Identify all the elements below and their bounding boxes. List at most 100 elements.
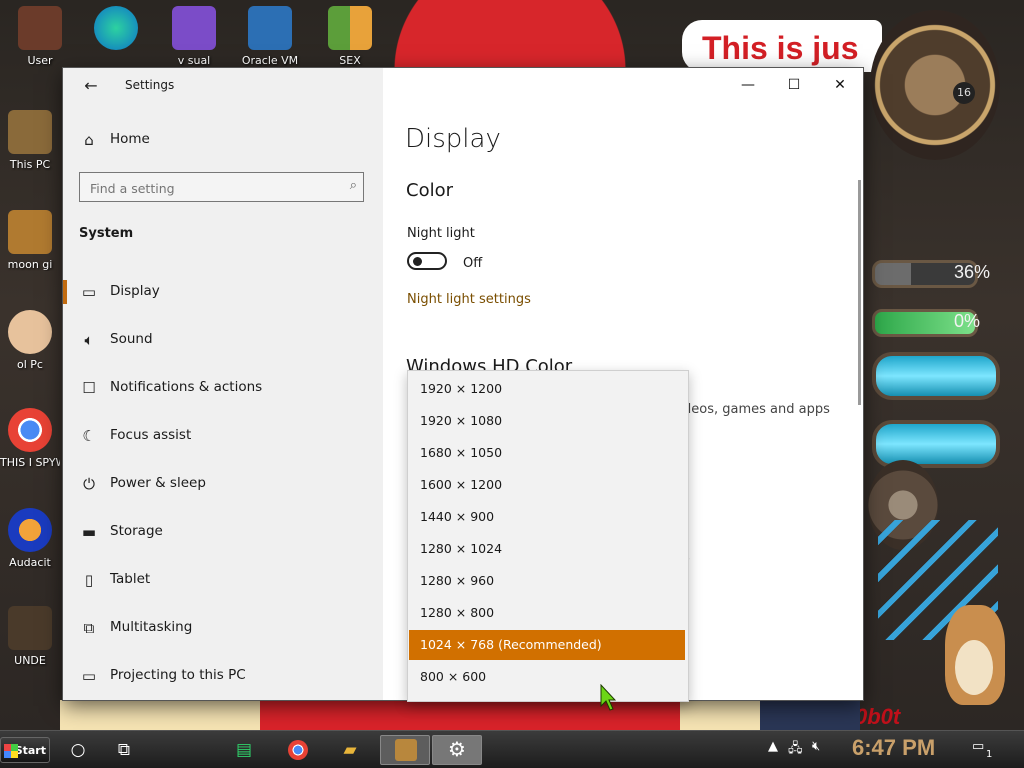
sidebar-item-multitasking[interactable]: ⧉ Multitasking	[63, 606, 383, 650]
desktop-banner: This is jus	[682, 20, 882, 72]
search-box[interactable]: ⌕	[79, 172, 364, 202]
moon-game-icon	[8, 210, 52, 254]
visual-studio-icon	[172, 6, 216, 50]
chrome-taskbar-icon[interactable]	[278, 737, 318, 763]
gauge-pipe	[872, 420, 1000, 468]
desktop-icon-visual-studio[interactable]: v sual	[158, 6, 230, 67]
clock-time[interactable]: 6:47 PM	[852, 735, 935, 761]
taskbar: Start ○ ⧉ ▤ ▰ ⚙ ▲ 🖧︎ 🔇︎ 6:47 PM ▭ 1	[0, 730, 1024, 768]
file-explorer-icon[interactable]: ▰	[330, 737, 370, 763]
color-heading: Color	[406, 180, 453, 201]
volume-muted-icon[interactable]: 🔇︎	[812, 739, 820, 754]
scrollbar[interactable]	[858, 180, 861, 405]
search-icon: ⌕	[349, 178, 357, 193]
notification-icon: ☐	[82, 379, 96, 397]
notification-count: 1	[986, 749, 993, 760]
home-label: Home	[110, 131, 150, 147]
hxd-icon	[328, 6, 372, 50]
sidebar-item-display[interactable]: ▭ Display	[63, 270, 383, 314]
sidebar-item-notifications[interactable]: ☐ Notifications & actions	[63, 366, 383, 410]
windows-flag-icon	[4, 744, 18, 758]
desktop-icon-user[interactable]: User	[4, 6, 76, 67]
sidebar-item-focus-assist[interactable]: ☾ Focus assist	[63, 414, 383, 458]
mouse-cursor-icon	[600, 684, 616, 711]
sidebar-item-power-sleep[interactable]: ⏻ Power & sleep	[63, 462, 383, 506]
hamster-belly	[955, 640, 993, 695]
desktop-icon-virtualbox[interactable]: Oracle VM	[234, 6, 306, 67]
sidebar-item-label: Power & sleep	[110, 475, 206, 491]
monitor-icon: ▭	[81, 283, 97, 301]
taskbar-app-dog[interactable]	[380, 735, 430, 765]
cpu-meter-value: 36%	[954, 262, 991, 282]
window-title: Settings	[125, 78, 175, 92]
sidebar-item-projecting[interactable]: ▭ Projecting to this PC	[63, 654, 383, 698]
desktop-icon-chrome[interactable]: THIS I SPYWAR	[0, 408, 60, 469]
taskbar-app-settings[interactable]: ⚙	[432, 735, 482, 765]
resolution-option[interactable]: 1600 × 1200	[409, 470, 685, 500]
night-light-toggle[interactable]	[407, 252, 447, 270]
speaker-icon: 🔈︎	[84, 331, 94, 349]
back-button[interactable]: ←	[79, 74, 103, 98]
user-folder-icon	[18, 6, 62, 50]
resolution-option[interactable]: 1920 × 1200	[409, 374, 685, 404]
hd-color-description: deos, games and apps	[683, 402, 830, 417]
moon-icon: ☾	[82, 427, 96, 445]
desktop-icon-audacity[interactable]: Audacit	[0, 508, 60, 569]
desktop-icon-control-panel[interactable]: ol Pc	[0, 310, 60, 371]
action-center-icon[interactable]: ▭	[972, 739, 984, 754]
resolution-option[interactable]: 1280 × 960	[409, 566, 685, 596]
sidebar-item-sound[interactable]: 🔈︎ Sound	[63, 318, 383, 362]
desktop-icon-edge[interactable]	[80, 6, 152, 54]
power-icon: ⏻	[83, 475, 95, 493]
undertale-icon	[8, 606, 52, 650]
resolution-option[interactable]: 1680 × 1050	[409, 438, 685, 468]
resolution-option[interactable]: 1280 × 800	[409, 598, 685, 628]
sidebar-item-label: Multitasking	[110, 619, 193, 635]
sidebar-item-label: Storage	[110, 523, 163, 539]
sidebar-item-label: Focus assist	[110, 427, 192, 443]
gauge-pipe	[872, 352, 1000, 400]
sidebar-item-label: Sound	[110, 331, 153, 347]
storage-icon: ▬	[81, 523, 97, 541]
resolution-option[interactable]: 1440 × 900	[409, 502, 685, 532]
audacity-icon	[8, 508, 52, 552]
edge-browser-icon	[94, 6, 138, 50]
home-icon: ⌂	[84, 131, 94, 149]
page-title: Display	[405, 124, 501, 154]
sidebar-item-label: Tablet	[110, 571, 151, 587]
sidebar-item-storage[interactable]: ▬ Storage	[63, 510, 383, 554]
multitasking-icon: ⧉	[83, 619, 95, 637]
desktop-icon-moon[interactable]: moon gi	[0, 210, 60, 271]
cortana-icon[interactable]: ○	[58, 737, 98, 763]
desktop-icon-hxd[interactable]: SEX	[314, 6, 386, 67]
this-pc-icon	[8, 110, 52, 154]
virtualbox-icon	[248, 6, 292, 50]
task-view-icon[interactable]: ⧉	[104, 737, 144, 763]
steampunk-clock-icon	[870, 10, 1000, 160]
tray-expand-icon[interactable]: ▲	[768, 739, 778, 754]
banner-text: This is jus	[702, 30, 859, 66]
desktop-icon-this-pc[interactable]: This PC	[0, 110, 60, 171]
sidebar-item-tablet[interactable]: ▯ Tablet	[63, 558, 383, 602]
section-heading: System	[79, 226, 134, 241]
resolution-option-selected[interactable]: 1024 × 768 (Recommended)	[409, 630, 685, 660]
night-light-settings-link[interactable]: Night light settings	[407, 292, 531, 307]
notes-app-icon[interactable]: ▤	[224, 737, 264, 763]
chrome-icon	[8, 408, 52, 452]
projector-icon: ▭	[81, 667, 97, 685]
face-icon	[8, 310, 52, 354]
resolution-option[interactable]: 800 × 600	[409, 662, 685, 692]
resolution-option[interactable]: 1280 × 1024	[409, 534, 685, 564]
night-light-state: Off	[463, 256, 483, 271]
search-input[interactable]	[88, 177, 332, 199]
desktop-icon-undertale[interactable]: UNDE	[0, 606, 60, 667]
toggle-knob	[413, 257, 422, 266]
sidebar-item-label: Projecting to this PC	[110, 667, 246, 683]
dog-app-icon	[395, 739, 417, 761]
gear-icon: ⚙	[448, 737, 466, 761]
home-link[interactable]: ⌂ Home	[63, 118, 383, 162]
resolution-option[interactable]: 1920 × 1080	[409, 406, 685, 436]
network-icon[interactable]: 🖧︎	[788, 739, 803, 761]
resolution-dropdown[interactable]: 1920 × 1200 1920 × 1080 1680 × 1050 1600…	[407, 370, 689, 702]
start-button[interactable]: Start	[0, 737, 50, 763]
